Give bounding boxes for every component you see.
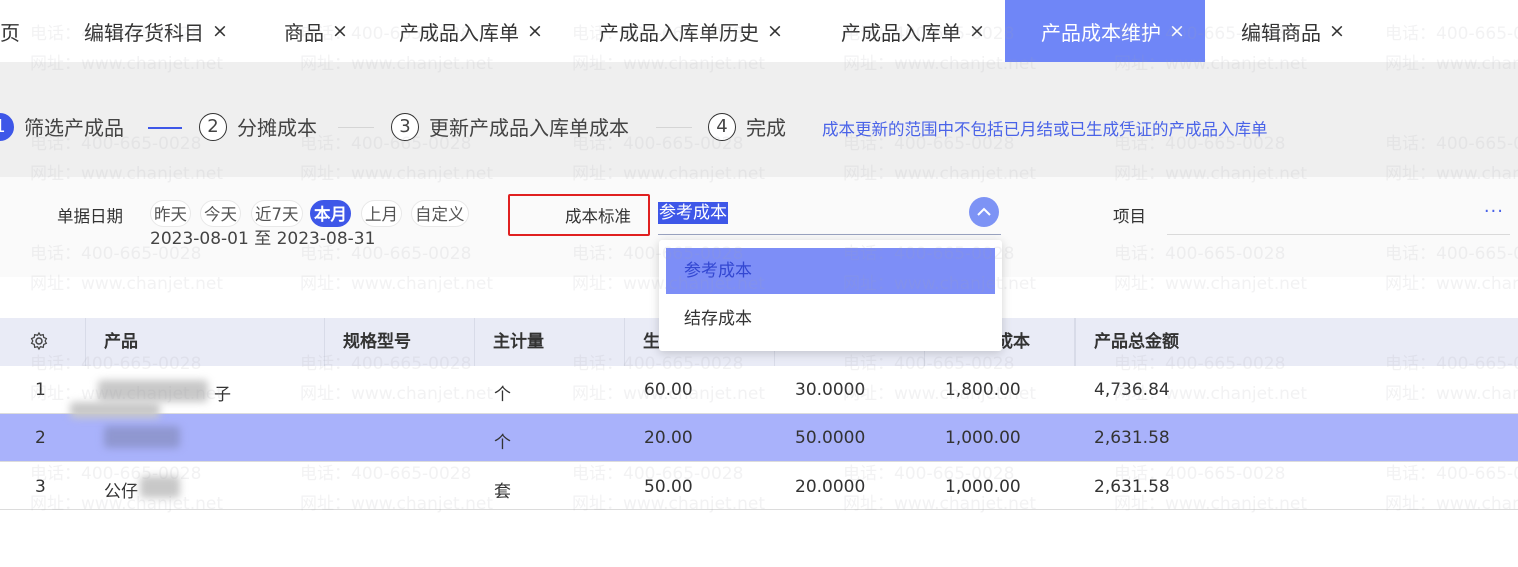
date-chip-today[interactable]: 今天 — [200, 200, 241, 227]
tab-label: 产成品入库单 — [399, 20, 519, 45]
tab-label: 产品成本维护 — [1041, 20, 1161, 45]
project-label: 项目 — [1113, 207, 1146, 226]
more-icon[interactable]: ··· — [1484, 201, 1504, 222]
tab-home[interactable]: 页 — [0, 0, 20, 62]
row-index: 2 — [35, 428, 46, 448]
cost: 1,000.00 — [945, 428, 1021, 448]
total-amount: 2,631.58 — [1094, 428, 1170, 448]
step-filter: 1 筛选产成品 — [0, 112, 124, 141]
redacted-product-name — [140, 476, 180, 498]
tab-label: 编辑存货科目 — [84, 20, 204, 45]
tab-label: 页 — [0, 20, 20, 45]
date-chip-this-month[interactable]: 本月 — [310, 200, 351, 227]
dropdown-option-reference-cost[interactable]: 参考成本 — [666, 248, 995, 294]
total-amount: 4,736.84 — [1094, 380, 1170, 400]
tab-product-cost-maintenance[interactable]: 产品成本维护 × — [1005, 0, 1205, 62]
close-icon[interactable]: × — [527, 20, 543, 42]
tab-label: 产成品入库单历史 — [599, 20, 759, 45]
close-icon[interactable]: × — [1169, 20, 1185, 42]
gear-icon[interactable] — [29, 331, 49, 351]
close-icon[interactable]: × — [1329, 20, 1345, 42]
close-icon[interactable]: × — [969, 20, 985, 42]
cost: 1,800.00 — [945, 380, 1021, 400]
unit-cost: 20.0000 — [795, 477, 866, 497]
redacted-product-name — [98, 380, 208, 402]
cost-standard-dropdown: 参考成本 结存成本 — [659, 240, 1002, 351]
column-header-spec[interactable]: 规格型号 — [325, 318, 475, 366]
chevron-up-icon[interactable] — [969, 197, 999, 227]
quantity: 60.00 — [644, 380, 693, 400]
step-connector — [656, 127, 692, 128]
product-name: 子 — [214, 385, 231, 405]
step-number: 1 — [0, 112, 14, 141]
tab-label: 产成品入库单 — [841, 20, 961, 45]
close-icon[interactable]: × — [332, 20, 348, 42]
cost-standard-select[interactable]: 参考成本 — [658, 197, 1001, 235]
close-icon[interactable]: × — [212, 20, 228, 42]
step-number: 2 — [199, 112, 227, 141]
project-input[interactable]: ··· — [1167, 197, 1510, 235]
quantity: 50.00 — [644, 477, 693, 497]
unit-cost: 50.0000 — [795, 428, 866, 448]
row-index: 1 — [35, 380, 46, 400]
unit-cost: 30.0000 — [795, 380, 866, 400]
unit: 个 — [494, 385, 511, 405]
tab-edit-goods[interactable]: 编辑商品 × — [1241, 0, 1345, 62]
step-connector — [148, 127, 182, 129]
row-index: 3 — [35, 477, 46, 497]
cost: 1,000.00 — [945, 477, 1021, 497]
step-connector — [338, 127, 374, 128]
close-icon[interactable]: × — [767, 20, 783, 42]
cost-update-notice: 成本更新的范围中不包括已月结或已生成凭证的产成品入库单 — [822, 120, 1268, 139]
total-amount: 2,631.58 — [1094, 477, 1170, 497]
date-range-text: 2023-08-01 至 2023-08-31 — [150, 229, 376, 249]
step-label: 完成 — [746, 116, 786, 140]
column-header-total-amount[interactable]: 产品总金额 — [1075, 318, 1518, 366]
table-row[interactable]: 3 公仔 套 50.00 20.0000 1,000.00 2,631.58 — [0, 462, 1518, 510]
table-row-selected[interactable]: 2 个 20.00 50.0000 1,000.00 2,631.58 — [0, 414, 1518, 462]
table-row[interactable]: 1 子 个 60.00 30.0000 1,800.00 4,736.84 — [0, 366, 1518, 414]
column-header-unit[interactable]: 主计量 — [475, 318, 625, 366]
tab-bar: 页 编辑存货科目 × 商品 × 产成品入库单 × 产成品入库单历史 × 产成品入… — [0, 0, 1518, 62]
tab-finished-goods-receipt-history[interactable]: 产成品入库单历史 × — [599, 0, 783, 62]
quantity: 20.00 — [644, 428, 693, 448]
step-number: 3 — [391, 112, 419, 141]
cost-standard-value: 参考成本 — [658, 202, 728, 224]
date-chip-custom[interactable]: 自定义 — [411, 200, 469, 227]
step-label: 更新产成品入库单成本 — [429, 116, 629, 140]
date-chip-last7days[interactable]: 近7天 — [251, 200, 303, 227]
tab-label: 商品 — [284, 20, 324, 45]
step-label: 分摊成本 — [237, 116, 317, 140]
date-chip-last-month[interactable]: 上月 — [361, 200, 402, 227]
tab-goods[interactable]: 商品 × — [284, 0, 348, 62]
tab-finished-goods-receipt[interactable]: 产成品入库单 × — [399, 0, 543, 62]
date-chip-yesterday[interactable]: 昨天 — [150, 200, 191, 227]
step-label: 筛选产成品 — [24, 116, 124, 140]
step-update: 3 更新产成品入库单成本 — [391, 112, 629, 141]
tab-edit-inventory-subject[interactable]: 编辑存货科目 × — [84, 0, 228, 62]
step-allocate: 2 分摊成本 — [199, 112, 317, 141]
unit: 套 — [494, 482, 511, 502]
date-filter-label: 单据日期 — [57, 207, 123, 226]
step-complete: 4 完成 — [708, 112, 786, 141]
redacted-product-name — [104, 426, 180, 448]
column-header-product[interactable]: 产品 — [85, 318, 325, 366]
redacted-smudge — [70, 402, 160, 418]
product-name: 公仔 — [104, 482, 138, 502]
unit: 个 — [494, 433, 511, 453]
tab-label: 编辑商品 — [1241, 20, 1321, 45]
cost-standard-label: 成本标准 — [565, 207, 631, 226]
tab-finished-goods-receipt-2[interactable]: 产成品入库单 × — [841, 0, 985, 62]
step-number: 4 — [708, 112, 736, 141]
dropdown-option-balance-cost[interactable]: 结存成本 — [666, 296, 995, 342]
